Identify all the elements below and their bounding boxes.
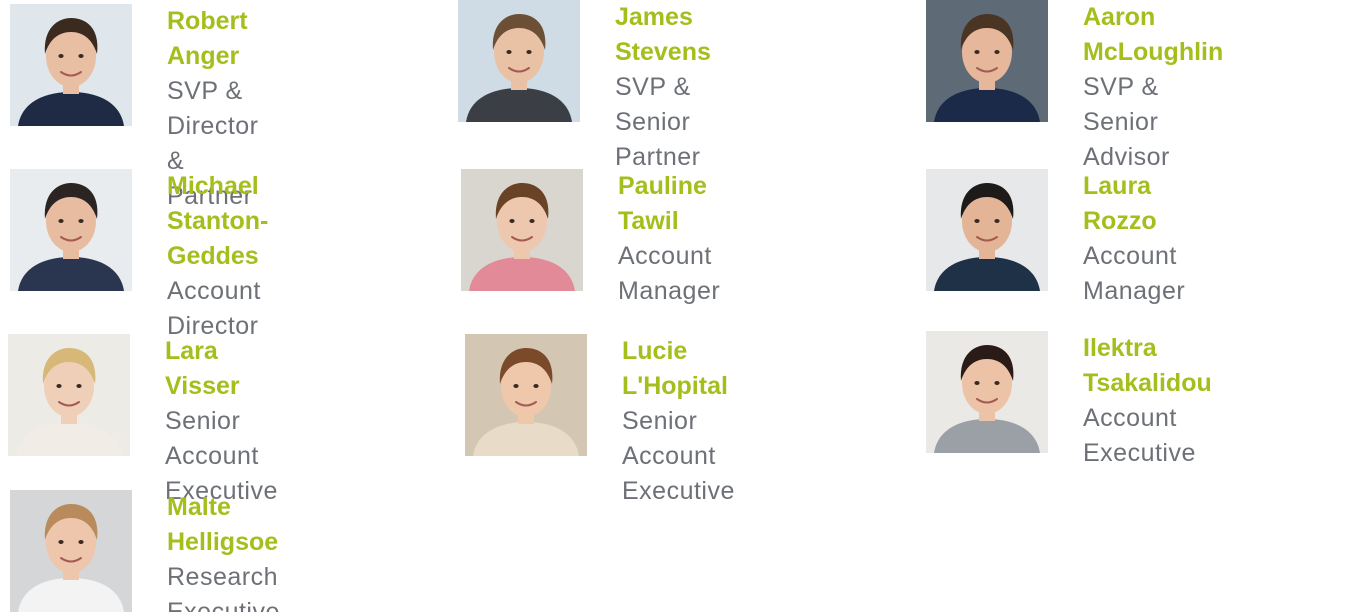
member-title: Account Manager (1083, 242, 1186, 305)
portrait-eye (529, 219, 535, 223)
member-title: Account Executive (1083, 404, 1196, 467)
portrait-eye (506, 50, 512, 54)
member-name: Michael Stanton-Geddes (167, 172, 269, 270)
member-photo (461, 169, 583, 291)
portrait-eye (994, 50, 1000, 54)
member-title: Research Executive (167, 563, 280, 612)
portrait-eye (58, 540, 64, 544)
portrait-eye (994, 381, 1000, 385)
portrait-eye (56, 384, 62, 388)
member-name: Lara Visser (165, 337, 240, 400)
portrait-image (926, 169, 1048, 291)
portrait-image (10, 169, 132, 291)
member-title: SVP & Senior Advisor (1083, 73, 1170, 171)
portrait-image (926, 331, 1048, 453)
member-photo (926, 331, 1048, 453)
member-photo (10, 4, 132, 126)
member-info: Aaron McLoughlin SVP & Senior Advisor (1083, 0, 1223, 175)
portrait-eye (78, 540, 84, 544)
member-photo (458, 0, 580, 122)
portrait-image (10, 4, 132, 126)
member-title: Account Manager (618, 242, 721, 305)
member-name: Pauline Tawil (618, 172, 707, 235)
portrait-eye (513, 384, 519, 388)
portrait-eye (58, 219, 64, 223)
member-name: Lucie L'Hopital (622, 337, 728, 400)
member-info: Ilektra Tsakalidou Account Executive (1083, 331, 1212, 471)
member-photo (926, 169, 1048, 291)
member-photo (8, 334, 130, 456)
member-info: Lucie L'Hopital Senior Account Executive (622, 334, 735, 509)
portrait-eye (76, 384, 82, 388)
portrait-image (458, 0, 580, 122)
member-info: James Stevens SVP & Senior Partner (615, 0, 711, 175)
member-photo (926, 0, 1048, 122)
member-info: Pauline Tawil Account Manager (618, 169, 720, 309)
portrait-eye (533, 384, 539, 388)
portrait-image (10, 490, 132, 612)
portrait-eye (974, 50, 980, 54)
member-name: Robert Anger (167, 7, 248, 70)
portrait-image (461, 169, 583, 291)
portrait-image (8, 334, 130, 456)
portrait-eye (994, 219, 1000, 223)
member-name: Laura Rozzo (1083, 172, 1157, 235)
portrait-eye (974, 381, 980, 385)
portrait-eye (974, 219, 980, 223)
portrait-eye (58, 54, 64, 58)
member-name: Ilektra Tsakalidou (1083, 334, 1212, 397)
portrait-eye (78, 54, 84, 58)
member-title: Senior Account Executive (622, 407, 735, 505)
portrait-image (926, 0, 1048, 122)
member-title: SVP & Senior Partner (615, 73, 701, 171)
portrait-image (465, 334, 587, 456)
member-photo (10, 490, 132, 612)
member-name: Malte Helligsoe (167, 493, 279, 556)
member-info: Malte Helligsoe Research Executive (167, 490, 280, 612)
member-photo (10, 169, 132, 291)
member-name: Aaron McLoughlin (1083, 3, 1224, 66)
portrait-eye (78, 219, 84, 223)
member-info: Laura Rozzo Account Manager (1083, 169, 1185, 309)
member-info: Michael Stanton-Geddes Account Director (167, 169, 268, 344)
portrait-eye (526, 50, 532, 54)
member-name: James Stevens (615, 3, 711, 66)
member-photo (465, 334, 587, 456)
portrait-eye (509, 219, 515, 223)
member-info: Lara Visser Senior Account Executive (165, 334, 278, 509)
